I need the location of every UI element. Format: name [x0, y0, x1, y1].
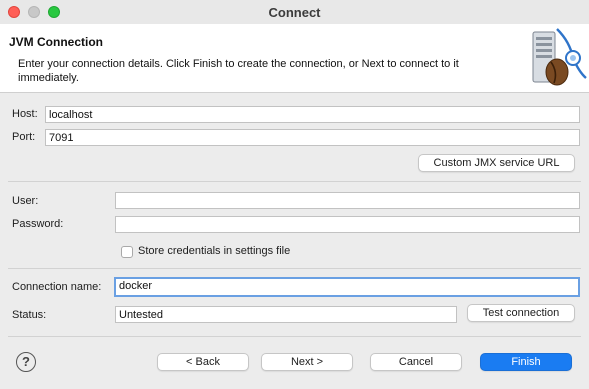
- user-label: User:: [12, 195, 39, 207]
- status-label: Status:: [12, 309, 47, 321]
- password-label: Password:: [12, 218, 64, 230]
- back-button[interactable]: < Back: [157, 353, 249, 371]
- host-label: Host:: [12, 108, 38, 120]
- status-field: Untested: [115, 306, 457, 323]
- next-button[interactable]: Next >: [261, 353, 353, 371]
- connection-name-input[interactable]: docker: [114, 277, 580, 297]
- help-icon[interactable]: ?: [16, 352, 36, 372]
- jvm-coffee-bean-server-icon: [532, 28, 587, 86]
- finish-button[interactable]: Finish: [480, 353, 572, 371]
- store-credentials-label: Store credentials in settings file: [138, 245, 291, 257]
- cancel-button[interactable]: Cancel: [370, 353, 462, 371]
- port-label: Port:: [12, 131, 36, 143]
- store-credentials-checkbox[interactable]: [121, 246, 133, 258]
- custom-jmx-url-button[interactable]: Custom JMX service URL: [418, 154, 575, 172]
- separator: [8, 336, 581, 337]
- connect-dialog: Connect JVM Connection Enter your connec…: [0, 0, 589, 389]
- test-connection-button[interactable]: Test connection: [467, 304, 575, 322]
- password-input[interactable]: [115, 216, 580, 233]
- user-input[interactable]: [115, 192, 580, 209]
- port-input[interactable]: 7091: [45, 129, 580, 146]
- separator: [8, 181, 581, 182]
- wizard-banner: JVM Connection Enter your connection det…: [0, 24, 589, 93]
- separator: [8, 268, 581, 269]
- banner-description: Enter your connection details. Click Fin…: [18, 58, 459, 84]
- connection-name-label: Connection name:: [12, 281, 102, 293]
- host-input[interactable]: localhost: [45, 106, 580, 123]
- title-bar: Connect: [0, 0, 589, 24]
- banner-title: JVM Connection: [9, 35, 104, 49]
- window-title: Connect: [268, 5, 321, 20]
